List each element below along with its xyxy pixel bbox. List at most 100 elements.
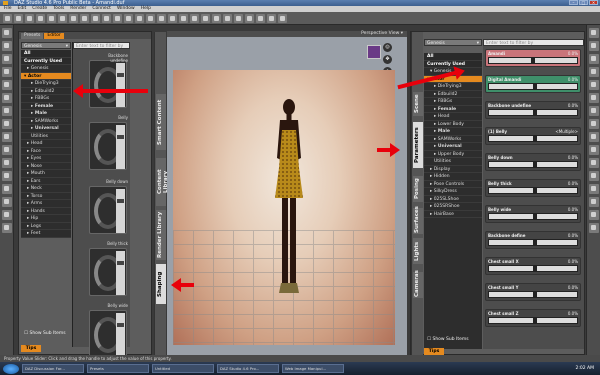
slider-knob[interactable] xyxy=(533,188,537,193)
slider-track[interactable] xyxy=(488,265,578,272)
toolbar-tool-icon[interactable] xyxy=(179,14,188,23)
slider-row-digital-amandi[interactable]: Digital Amandi 0.0% xyxy=(485,75,581,93)
vtab-cameras[interactable]: Cameras xyxy=(413,270,423,298)
vtab-render-library[interactable]: Render Library xyxy=(156,210,166,260)
slider-knob[interactable] xyxy=(533,292,537,297)
toolbar-tool-icon[interactable] xyxy=(36,14,45,23)
side-tool-icon[interactable] xyxy=(2,80,12,90)
slider-knob[interactable] xyxy=(531,58,536,63)
tree-item-all[interactable]: All xyxy=(424,53,482,61)
tree-item-dietrying3[interactable]: ▸ DieTrying3 xyxy=(424,83,482,91)
tree-item-fbbgs[interactable]: ▸ FBBGs xyxy=(424,98,482,106)
tree-item-silkydress[interactable]: ▸ SilkyDress xyxy=(424,188,482,196)
slider-knob[interactable] xyxy=(533,110,537,115)
toolbar-tool-icon[interactable] xyxy=(14,14,23,23)
camera-dropdown[interactable]: Perspective View xyxy=(361,31,399,36)
right-search-input[interactable]: Enter text to filter by xyxy=(483,39,584,46)
slider-track[interactable] xyxy=(488,109,578,116)
toolbar-tool-icon[interactable] xyxy=(102,14,111,23)
tree-item-utilities[interactable]: Utilities xyxy=(21,133,71,140)
side-tool-icon[interactable] xyxy=(589,119,599,129)
taskbar-item-untitled[interactable]: Untitled xyxy=(152,364,214,373)
slider-handle[interactable] xyxy=(117,323,124,327)
vtab-content-library[interactable]: Content Library xyxy=(156,158,169,206)
side-tool-icon[interactable] xyxy=(589,54,599,64)
slider-track[interactable] xyxy=(488,135,578,142)
side-tool-icon[interactable] xyxy=(2,132,12,142)
toolbar-tool-icon[interactable] xyxy=(80,14,89,23)
card-slider[interactable] xyxy=(116,313,125,357)
left-show-sub-items[interactable]: ☐ Show Sub Items xyxy=(21,330,66,337)
toolbar-tool-icon[interactable] xyxy=(234,14,243,23)
slider-knob[interactable] xyxy=(533,136,537,141)
card-slider[interactable] xyxy=(116,189,125,233)
tree-item-universal[interactable]: ▸ Universal xyxy=(21,125,71,133)
card-slider[interactable] xyxy=(116,125,125,169)
maximize-button[interactable]: □ xyxy=(579,0,588,5)
slider-track[interactable] xyxy=(488,213,578,220)
tree-item-edbuild2[interactable]: ▸ Edbuild2 xyxy=(21,88,71,95)
toolbar-tool-icon[interactable] xyxy=(47,14,56,23)
side-tool-icon[interactable] xyxy=(589,171,599,181)
toolbar-tool-icon[interactable] xyxy=(190,14,199,23)
slider-value[interactable]: 0.0% xyxy=(568,51,578,56)
side-tool-icon[interactable] xyxy=(2,93,12,103)
slider-knob[interactable] xyxy=(533,240,537,245)
slider-value[interactable]: 0.0% xyxy=(568,77,578,82)
tree-item-fbbgs[interactable]: ▸ FBBGs xyxy=(21,95,71,103)
side-tool-icon[interactable] xyxy=(2,145,12,155)
tree-item-025slshoe[interactable]: ▸ 025SLShoe xyxy=(424,196,482,203)
tree-item-face[interactable]: ▸ Face xyxy=(21,148,71,155)
left-search-input[interactable]: Enter text to filter by xyxy=(73,42,130,49)
slider-handle[interactable] xyxy=(117,261,124,265)
tree-item-ears[interactable]: ▸ Ears xyxy=(21,178,71,185)
pan-icon[interactable]: ✥ xyxy=(383,55,392,64)
left-tips-button[interactable]: Tips xyxy=(21,345,41,352)
slider-knob[interactable] xyxy=(533,318,537,323)
slider-value[interactable]: 0.0% xyxy=(568,207,578,212)
side-tool-icon[interactable] xyxy=(2,67,12,77)
side-tool-icon[interactable] xyxy=(589,223,599,233)
slider-handle[interactable] xyxy=(117,73,124,77)
taskbar-item-web-image-manipul[interactable]: Web Image Manipul... xyxy=(282,364,344,373)
slider-handle[interactable] xyxy=(117,199,124,203)
tree-item-025srshoe[interactable]: ▸ 025SRShoe xyxy=(424,203,482,211)
morph-card[interactable]: Belly thick xyxy=(89,241,128,296)
slider-row-chest-small-y[interactable]: Chest small Y 0.0% xyxy=(485,283,581,301)
tree-item-legs[interactable]: ▸ Legs xyxy=(21,223,71,230)
side-tool-icon[interactable] xyxy=(2,158,12,168)
tree-item-head[interactable]: ▸ Head xyxy=(21,140,71,148)
right-tips-button[interactable]: Tips xyxy=(424,348,444,355)
tree-item-samworks[interactable]: ▸ SAMWorks xyxy=(21,118,71,125)
slider-track[interactable] xyxy=(488,83,578,90)
vtab-posing[interactable]: Posing xyxy=(413,176,423,202)
slider-handle[interactable] xyxy=(117,135,124,139)
slider-row-belly-down[interactable]: Belly down 0.0% xyxy=(485,153,581,171)
toolbar-tool-icon[interactable] xyxy=(3,14,12,23)
side-tool-icon[interactable] xyxy=(2,184,12,194)
orbit-icon[interactable]: ◎ xyxy=(383,43,392,52)
toolbar-tool-icon[interactable] xyxy=(113,14,122,23)
tree-item-female[interactable]: ▸ Female xyxy=(21,103,71,110)
slider-row-amandi[interactable]: Amandi 0.0% xyxy=(485,49,581,67)
close-button[interactable]: × xyxy=(589,0,598,5)
viewport[interactable]: Perspective View ▾ ◎ ✥ ⌕ xyxy=(167,31,407,355)
side-tool-icon[interactable] xyxy=(2,41,12,51)
toolbar-tool-icon[interactable] xyxy=(256,14,265,23)
slider-track[interactable] xyxy=(488,239,578,246)
slider-value[interactable]: 0.0% xyxy=(568,103,578,108)
tree-item-hairbase[interactable]: ▸ HairBase xyxy=(424,211,482,218)
toolbar-tool-icon[interactable] xyxy=(146,14,155,23)
toolbar-tool-icon[interactable] xyxy=(212,14,221,23)
side-tool-icon[interactable] xyxy=(2,54,12,64)
taskbar-item-daz-discussion-for[interactable]: DAZ Discussion For... xyxy=(22,364,84,373)
tree-item-all[interactable]: All xyxy=(21,50,71,58)
slider-track[interactable] xyxy=(488,317,578,324)
side-tool-icon[interactable] xyxy=(2,28,12,38)
start-button[interactable] xyxy=(3,363,19,374)
side-tool-icon[interactable] xyxy=(589,158,599,168)
side-tool-icon[interactable] xyxy=(589,197,599,207)
slider-track[interactable] xyxy=(488,187,578,194)
tree-item-female[interactable]: ▸ Female xyxy=(424,106,482,113)
tree-item-universal[interactable]: ▸ Universal xyxy=(424,143,482,151)
